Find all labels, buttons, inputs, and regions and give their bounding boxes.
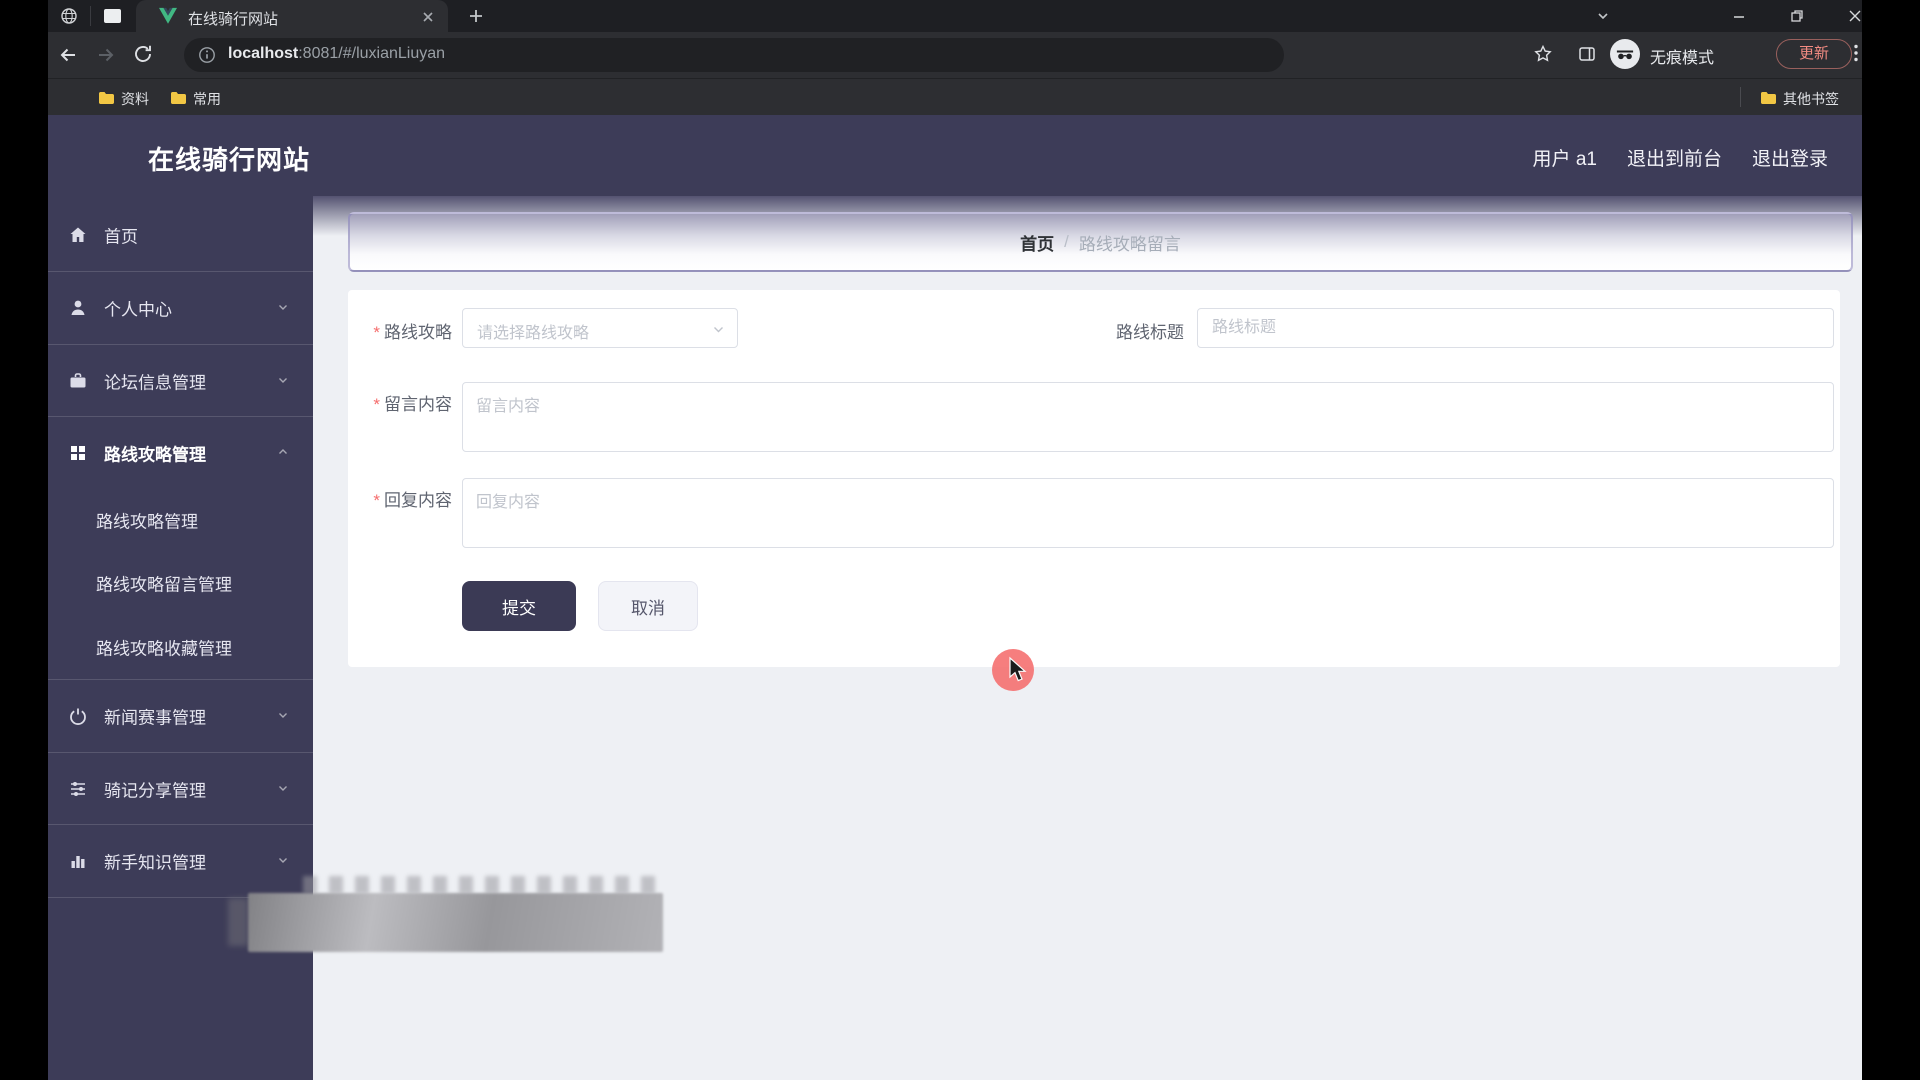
breadcrumb-home[interactable]: 首页: [1020, 230, 1054, 255]
url-host: localhost: [228, 45, 299, 62]
bookmark-folder-label: 资料: [121, 91, 149, 107]
window-restore-icon[interactable]: [1790, 9, 1804, 28]
bookmarks-divider: [1740, 87, 1741, 107]
tab-search-icon[interactable]: [1596, 9, 1610, 28]
vue-favicon-icon: [158, 7, 178, 30]
folder-icon: [1760, 91, 1776, 108]
sidebar-item-news[interactable]: 新闻赛事管理: [48, 680, 313, 753]
bar-chart-icon: [68, 851, 88, 871]
folder-icon: [98, 91, 114, 108]
chevron-down-icon: [277, 298, 289, 318]
route-guide-label: * 路线攻略: [373, 323, 452, 342]
web-page: 在线骑行网站 用户 a1 退出到前台 退出登录 首页 个人中心 论坛信息管理 路…: [48, 115, 1862, 1080]
breadcrumb-separator: /: [1064, 232, 1069, 251]
chevron-up-icon: [277, 443, 289, 463]
browser-menu-icon[interactable]: [1854, 44, 1858, 67]
browser-tab[interactable]: 在线骑行网站: [136, 0, 448, 32]
tab-strip: 在线骑行网站: [48, 0, 1862, 32]
sidebar-item-home[interactable]: 首页: [48, 199, 313, 272]
sidebar-item-forum[interactable]: 论坛信息管理: [48, 345, 313, 417]
side-panel-icon[interactable]: [1578, 45, 1596, 68]
sidebar-subitem-route-favorite-mgmt[interactable]: 路线攻略收藏管理: [48, 615, 313, 680]
route-title-label: 路线标题: [1116, 323, 1184, 342]
power-icon: [68, 706, 88, 726]
bookmark-folder-label: 常用: [193, 91, 221, 107]
globe-icon[interactable]: [60, 7, 78, 30]
briefcase-icon: [68, 371, 88, 391]
update-button[interactable]: 更新: [1776, 39, 1852, 69]
breadcrumb-current: 路线攻略留言: [1078, 234, 1181, 254]
required-mark: *: [373, 323, 380, 342]
chevron-down-icon: [712, 323, 725, 341]
logout-link[interactable]: 退出登录: [1752, 144, 1828, 171]
browser-toolbar: localhost:8081/#/luxianLiuyan 无痕模式 更新: [48, 32, 1862, 78]
route-title-input[interactable]: [1197, 308, 1834, 348]
url-path: :8081/#/luxianLiuyan: [298, 45, 446, 62]
sidebar-item-profile[interactable]: 个人中心: [48, 272, 313, 345]
other-bookmarks[interactable]: 其他书签: [1760, 89, 1839, 109]
select-placeholder: 请选择路线攻略: [477, 325, 590, 342]
blurred-watermark-glyph: [228, 898, 248, 946]
sidebar-subitem-route-message-mgmt[interactable]: 路线攻略留言管理: [48, 551, 313, 615]
sliders-icon: [68, 779, 88, 799]
required-mark: *: [373, 491, 380, 510]
home-icon: [68, 225, 88, 245]
address-bar[interactable]: localhost:8081/#/luxianLiuyan: [184, 38, 1284, 72]
route-guide-select[interactable]: 请选择路线攻略: [462, 308, 738, 348]
breadcrumb: 首页 / 路线攻略留言: [348, 212, 1853, 272]
sidebar-item-beginner-knowledge[interactable]: 新手知识管理: [48, 825, 313, 898]
bookmark-folder-cy[interactable]: 常用: [170, 89, 221, 109]
reply-content-label: * 回复内容: [373, 491, 452, 510]
window-close-icon[interactable]: [1848, 9, 1862, 28]
chevron-down-icon: [277, 779, 289, 799]
grid-icon: [68, 443, 88, 463]
reply-content-textarea[interactable]: [462, 478, 1834, 548]
url-text: localhost:8081/#/luxianLiuyan: [228, 45, 445, 63]
blurred-watermark-bar: [248, 893, 663, 952]
chevron-down-icon: [277, 851, 289, 871]
pinned-tab-divider: [90, 6, 91, 26]
chevron-down-icon: [277, 706, 289, 726]
new-tab-icon[interactable]: [468, 8, 484, 29]
mouse-cursor-icon: [1005, 656, 1031, 691]
bookmark-folder-zl[interactable]: 资料: [98, 89, 149, 109]
exit-to-front-link[interactable]: 退出到前台: [1627, 144, 1722, 171]
app-title: 在线骑行网站: [148, 145, 311, 175]
tab-title: 在线骑行网站: [188, 11, 279, 28]
bookmark-star-icon[interactable]: [1533, 44, 1553, 69]
sidebar-item-riding-share[interactable]: 骑记分享管理: [48, 753, 313, 825]
forward-icon[interactable]: [94, 43, 118, 72]
bookmarks-bar: 资料 常用 其他书签: [48, 78, 1862, 115]
reload-icon[interactable]: [132, 43, 154, 70]
header-user[interactable]: 用户 a1: [1533, 144, 1597, 171]
other-bookmarks-label: 其他书签: [1783, 91, 1839, 107]
back-icon[interactable]: [56, 43, 80, 72]
site-info-icon[interactable]: [198, 46, 216, 69]
required-mark: *: [373, 395, 380, 414]
app-header: 在线骑行网站 用户 a1 退出到前台 退出登录: [48, 115, 1862, 196]
incognito-label: 无痕模式: [1650, 50, 1715, 67]
form-card: *路线攻略 请选择路线攻略 路线标题 *留言内容 *回复内容 提交 取消: [348, 290, 1840, 667]
window-minimize-icon[interactable]: [1732, 9, 1746, 28]
sidebar-item-route-mgmt[interactable]: 路线攻略管理: [48, 417, 313, 489]
header-actions: 用户 a1 退出到前台 退出登录: [1533, 144, 1828, 171]
blurred-watermark-text: [303, 876, 660, 894]
sidebar-subitem-route-mgmt[interactable]: 路线攻略管理: [48, 489, 313, 551]
pinned-tab-icon[interactable]: [104, 9, 121, 23]
folder-icon: [170, 91, 186, 108]
user-icon: [68, 298, 88, 318]
message-content-textarea[interactable]: [462, 382, 1834, 452]
browser-window: 在线骑行网站 localhost:8081/#/luxianLiuyan 无痕模…: [48, 0, 1862, 1080]
chevron-down-icon: [277, 371, 289, 391]
cancel-button[interactable]: 取消: [598, 581, 698, 631]
incognito-icon: [1610, 39, 1640, 69]
message-content-label: * 留言内容: [373, 395, 452, 414]
tab-close-icon[interactable]: [422, 10, 434, 28]
submit-button[interactable]: 提交: [462, 581, 576, 631]
